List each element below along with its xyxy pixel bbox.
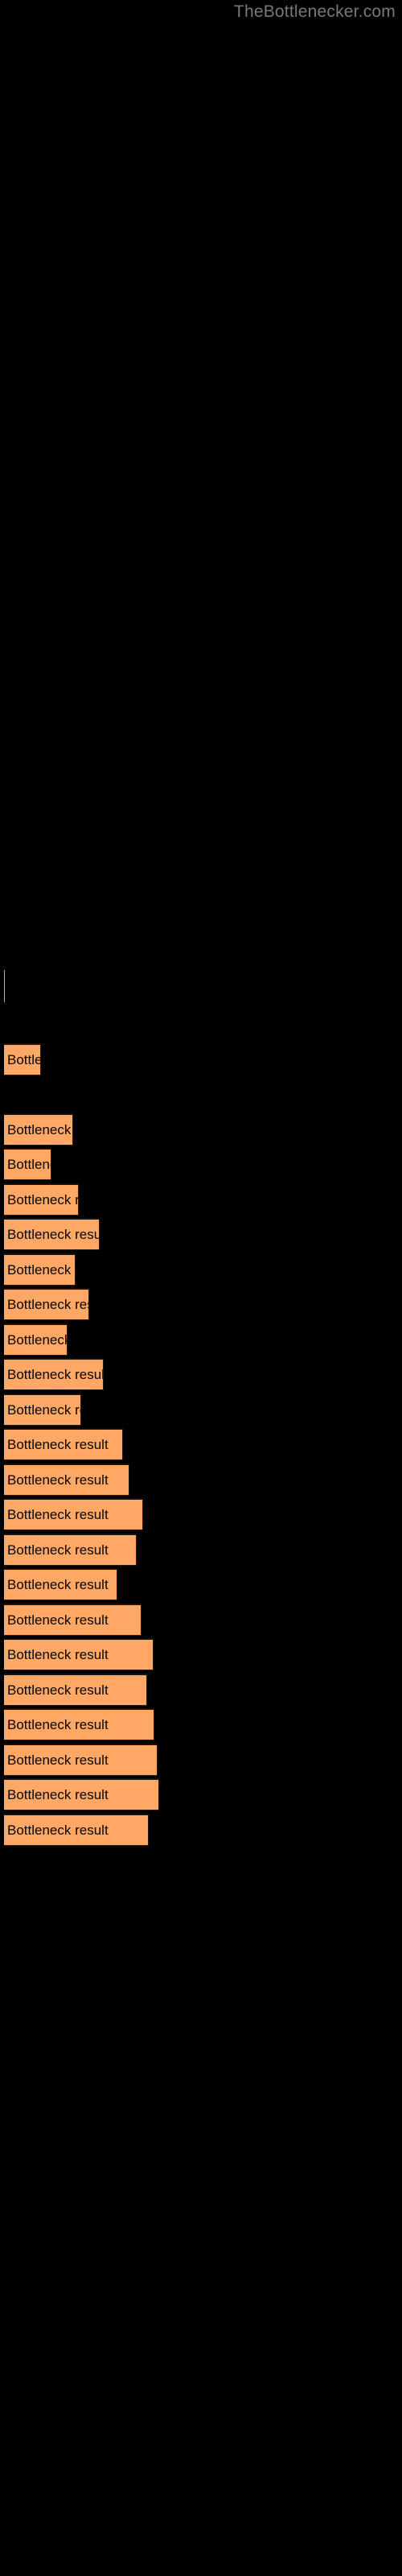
bar-row: Bottleneck result <box>4 1814 149 1846</box>
bar: Bottleneck result <box>4 1183 79 1216</box>
bar-row: Bottleneck result <box>4 1183 79 1216</box>
bar-label: Bottleneck result <box>7 1716 109 1732</box>
bar-row: Bottleneck result <box>4 1113 73 1146</box>
bar-row: Bottleneck result <box>4 1638 154 1670</box>
bar-label: Bottleneck result <box>7 1402 80 1418</box>
chart-page: TheBottlenecker.com Bottleneck resultBot… <box>0 0 402 2576</box>
bar-row: Bottleneck result <box>4 1708 154 1740</box>
bar-label: Bottleneck result <box>7 1226 100 1242</box>
bar-label: Bottleneck result <box>7 1646 109 1662</box>
bar <box>4 970 5 1002</box>
bar: Bottleneck result <box>4 1253 76 1286</box>
bar-row: Bottleneck result <box>4 1288 89 1320</box>
site-watermark: TheBottlenecker.com <box>233 2 396 21</box>
bar-row: Bottleneck result <box>4 1604 142 1636</box>
bar-row: Bottleneck result <box>4 1323 68 1356</box>
bar: Bottleneck result <box>4 1814 149 1846</box>
bar: Bottleneck result <box>4 1604 142 1636</box>
bar-row: Bottleneck result <box>4 1253 76 1286</box>
bar: Bottleneck result <box>4 1638 154 1670</box>
bar-row: Bottleneck result <box>4 1358 104 1390</box>
empty-plot-area <box>0 32 402 966</box>
bar-label: Bottleneck result <box>7 1051 40 1067</box>
bar: Bottleneck result <box>4 1288 89 1320</box>
bar-row: Bottleneck result <box>4 1568 117 1600</box>
bar: Bottleneck result <box>4 1148 51 1180</box>
bar: Bottleneck result <box>4 1323 68 1356</box>
bar: Bottleneck result <box>4 1708 154 1740</box>
bar-label: Bottleneck result <box>7 1366 104 1382</box>
bar-row: Bottleneck result <box>4 1534 137 1566</box>
bar-row: Bottleneck result <box>4 1744 158 1776</box>
bar: Bottleneck result <box>4 1113 73 1146</box>
bar-label: Bottleneck result <box>7 1612 109 1628</box>
bar-row: Bottleneck result <box>4 1498 143 1530</box>
bar-label: Bottleneck result <box>7 1542 109 1558</box>
bar: Bottleneck result <box>4 1534 137 1566</box>
bar-label: Bottleneck result <box>7 1156 51 1172</box>
bar: Bottleneck result <box>4 1043 41 1075</box>
bar-row: Bottleneck result <box>4 1218 100 1250</box>
bar-label: Bottleneck result <box>7 1752 109 1768</box>
bar-label: Bottleneck result <box>7 1436 109 1452</box>
bar: Bottleneck result <box>4 1498 143 1530</box>
bar-label: Bottleneck result <box>7 1261 75 1278</box>
bar-label: Bottleneck result <box>7 1576 109 1592</box>
bar: Bottleneck result <box>4 1218 100 1250</box>
bar: Bottleneck result <box>4 1568 117 1600</box>
bar: Bottleneck result <box>4 1744 158 1776</box>
bar-row: Bottleneck result <box>4 1674 147 1706</box>
bar: Bottleneck result <box>4 1358 104 1390</box>
bar: Bottleneck result <box>4 1393 81 1426</box>
bar-row: Bottleneck result <box>4 1148 51 1180</box>
bar-label: Bottleneck result <box>7 1682 109 1698</box>
bar-label: Bottleneck result <box>7 1822 109 1838</box>
bar-chart: Bottleneck result Bottleneck result Bottle… <box>0 966 402 2576</box>
bar-label: Bottleneck result <box>7 1296 88 1312</box>
bar-row: Bottleneck result <box>4 1043 41 1075</box>
bar: Bottleneck result <box>4 1428 123 1460</box>
bar-row: Bottleneck result <box>4 1393 81 1426</box>
bar: Bottleneck result <box>4 1778 159 1810</box>
bar: Bottleneck result <box>4 1463 129 1496</box>
bar-label: Bottleneck result <box>7 1506 109 1522</box>
bar: Bottleneck result <box>4 1674 147 1706</box>
bar-row: Bottleneck result <box>4 1778 159 1810</box>
bar-label: Bottleneck result <box>7 1786 109 1802</box>
bar-label: Bottleneck result <box>7 1121 72 1137</box>
bar-row: Bottleneck result <box>4 1463 129 1496</box>
bar-row <box>4 970 5 1002</box>
bar-label: Bottleneck result <box>7 1191 78 1208</box>
bar-label: Bottleneck result <box>7 1472 109 1488</box>
bar-row: Bottleneck result <box>4 1428 123 1460</box>
bar-label: Bottleneck result <box>7 1331 68 1348</box>
